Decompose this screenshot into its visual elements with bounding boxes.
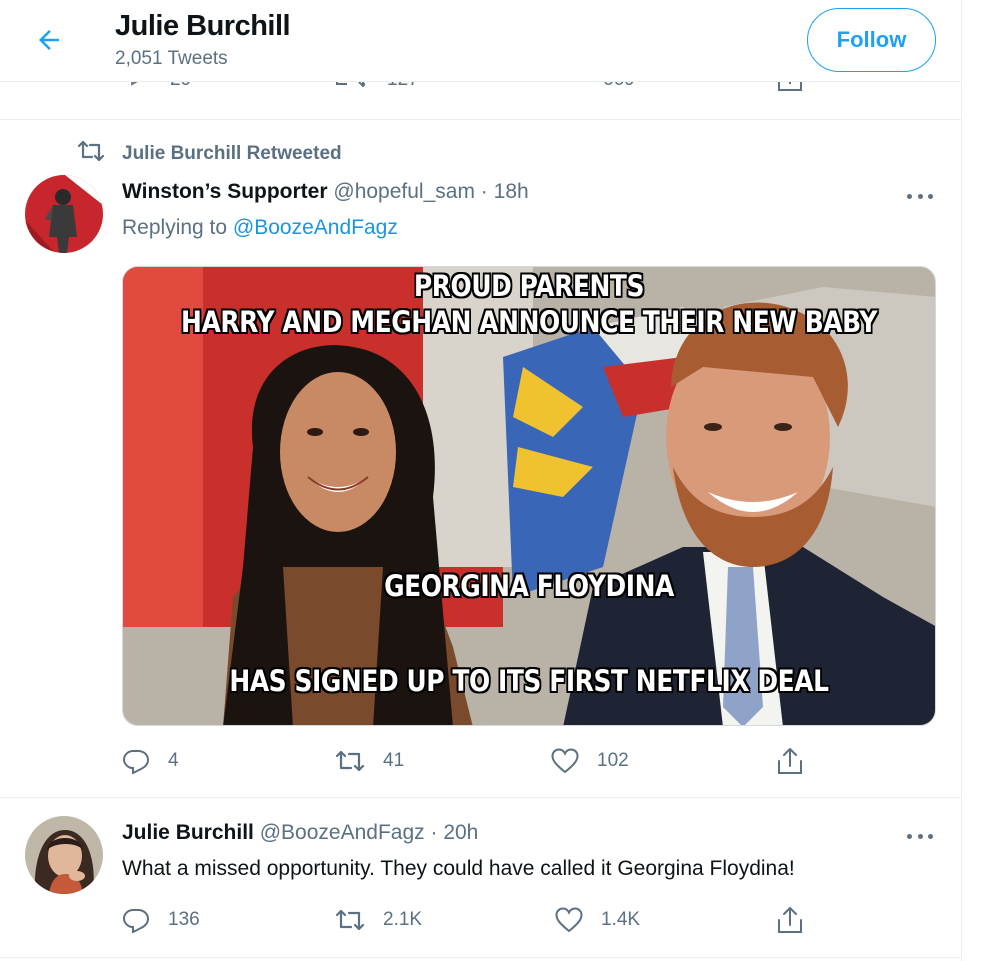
retweet-icon [77, 140, 122, 168]
prev-reply-count: 29 [170, 82, 191, 91]
like-button[interactable]: 1.4K [555, 900, 640, 940]
timeline-column: Julie Burchill 2,051 Tweets Follow 29 12… [0, 0, 962, 961]
prev-reply-action[interactable]: 29 [122, 82, 191, 96]
replying-to-handle-link[interactable]: @BoozeAndFagz [233, 216, 398, 239]
share-icon [776, 82, 826, 100]
share-button[interactable] [776, 900, 804, 940]
more-dot-icon [928, 833, 933, 839]
meme-middle-line: GEORGINA FLOYDINA [384, 569, 674, 603]
main-tweet[interactable]: Julie Burchill @BoozeAndFagz · 20h What … [0, 798, 961, 958]
more-dot-icon [917, 833, 923, 839]
more-options-button[interactable] [905, 186, 935, 206]
replying-to-prefix: Replying to [122, 216, 228, 239]
tweet-time[interactable]: 20h [443, 821, 478, 844]
more-dot-icon [917, 193, 923, 199]
back-button[interactable] [26, 22, 72, 62]
heart-icon [553, 82, 603, 96]
tweet-count: 2,051 Tweets [115, 48, 228, 69]
prev-retweet-action[interactable]: 127 [335, 82, 419, 96]
page-title: Julie Burchill [115, 10, 291, 42]
tweet-header: Julie Burchill @BoozeAndFagz · 20h [122, 821, 478, 845]
retweet-context-label: Julie Burchill Retweeted [122, 143, 342, 164]
prev-like-action[interactable]: 669 [553, 82, 635, 96]
like-button[interactable]: 102 [551, 741, 629, 781]
tweet-actions: 4 41 102 [0, 741, 961, 781]
reply-count: 4 [168, 750, 179, 771]
profile-header: Julie Burchill 2,051 Tweets Follow [0, 0, 961, 82]
separator: · [480, 180, 488, 203]
tweet-actions: 136 2.1K 1.4K [0, 900, 961, 940]
reply-button[interactable]: 4 [122, 741, 179, 781]
retweet-count: 2.1K [383, 909, 423, 930]
previous-tweet-actions: 29 127 669 [0, 82, 961, 120]
tweet-time[interactable]: 18h [494, 180, 529, 203]
more-dot-icon [907, 833, 912, 839]
meme-top-line-1: PROUD PARENTS [413, 269, 645, 303]
arrow-left-icon [34, 25, 64, 60]
author-name[interactable]: Winston’s Supporter [122, 180, 328, 203]
follow-button[interactable]: Follow [807, 8, 936, 72]
author-handle[interactable]: @BoozeAndFagz [260, 821, 425, 844]
meme-bottom-line: HAS SIGNED UP TO ITS FIRST NETFLIX DEAL [229, 664, 829, 698]
like-count: 102 [597, 750, 629, 771]
replying-to: Replying to @BoozeAndFagz [122, 216, 398, 240]
share-icon [776, 746, 804, 776]
separator: · [430, 821, 438, 844]
retweet-button[interactable]: 2.1K [335, 900, 422, 940]
reply-icon [122, 907, 150, 933]
prev-retweet-count: 127 [387, 82, 419, 91]
share-button[interactable] [776, 741, 804, 781]
author-handle[interactable]: @hopeful_sam [333, 180, 475, 203]
meme-top-line-2: HARRY AND MEGHAN ANNOUNCE THEIR NEW BABY [181, 305, 877, 339]
prev-share-action[interactable] [776, 82, 826, 100]
more-dot-icon [907, 193, 912, 199]
tweet-image[interactable]: PROUD PARENTS HARRY AND MEGHAN ANNOUNCE … [122, 266, 936, 726]
prev-like-count: 669 [603, 82, 635, 91]
retweet-button[interactable]: 41 [335, 741, 404, 781]
reply-icon [122, 82, 170, 96]
like-count: 1.4K [601, 909, 641, 930]
retweet-icon [335, 82, 387, 96]
author-name[interactable]: Julie Burchill [122, 821, 254, 844]
tweet-header: Winston’s Supporter @hopeful_sam · 18h [122, 180, 529, 204]
avatar[interactable] [25, 816, 103, 894]
reply-button[interactable]: 136 [122, 900, 200, 940]
retweet-icon [335, 749, 365, 773]
heart-icon [551, 748, 579, 774]
retweet-icon [335, 908, 365, 932]
avatar[interactable] [25, 175, 103, 253]
more-dot-icon [928, 193, 933, 199]
tweet-text: What a missed opportunity. They could ha… [122, 857, 795, 880]
retweet-context: Julie Burchill Retweeted [77, 140, 342, 168]
more-options-button[interactable] [905, 826, 935, 846]
heart-icon [555, 907, 583, 933]
reply-icon [122, 748, 150, 774]
page-background [963, 0, 1000, 961]
retweet-count: 41 [383, 750, 405, 771]
retweeted-tweet[interactable]: Julie Burchill Retweeted Winston’s Suppo… [0, 120, 961, 798]
reply-count: 136 [168, 909, 200, 930]
share-icon [776, 905, 804, 935]
